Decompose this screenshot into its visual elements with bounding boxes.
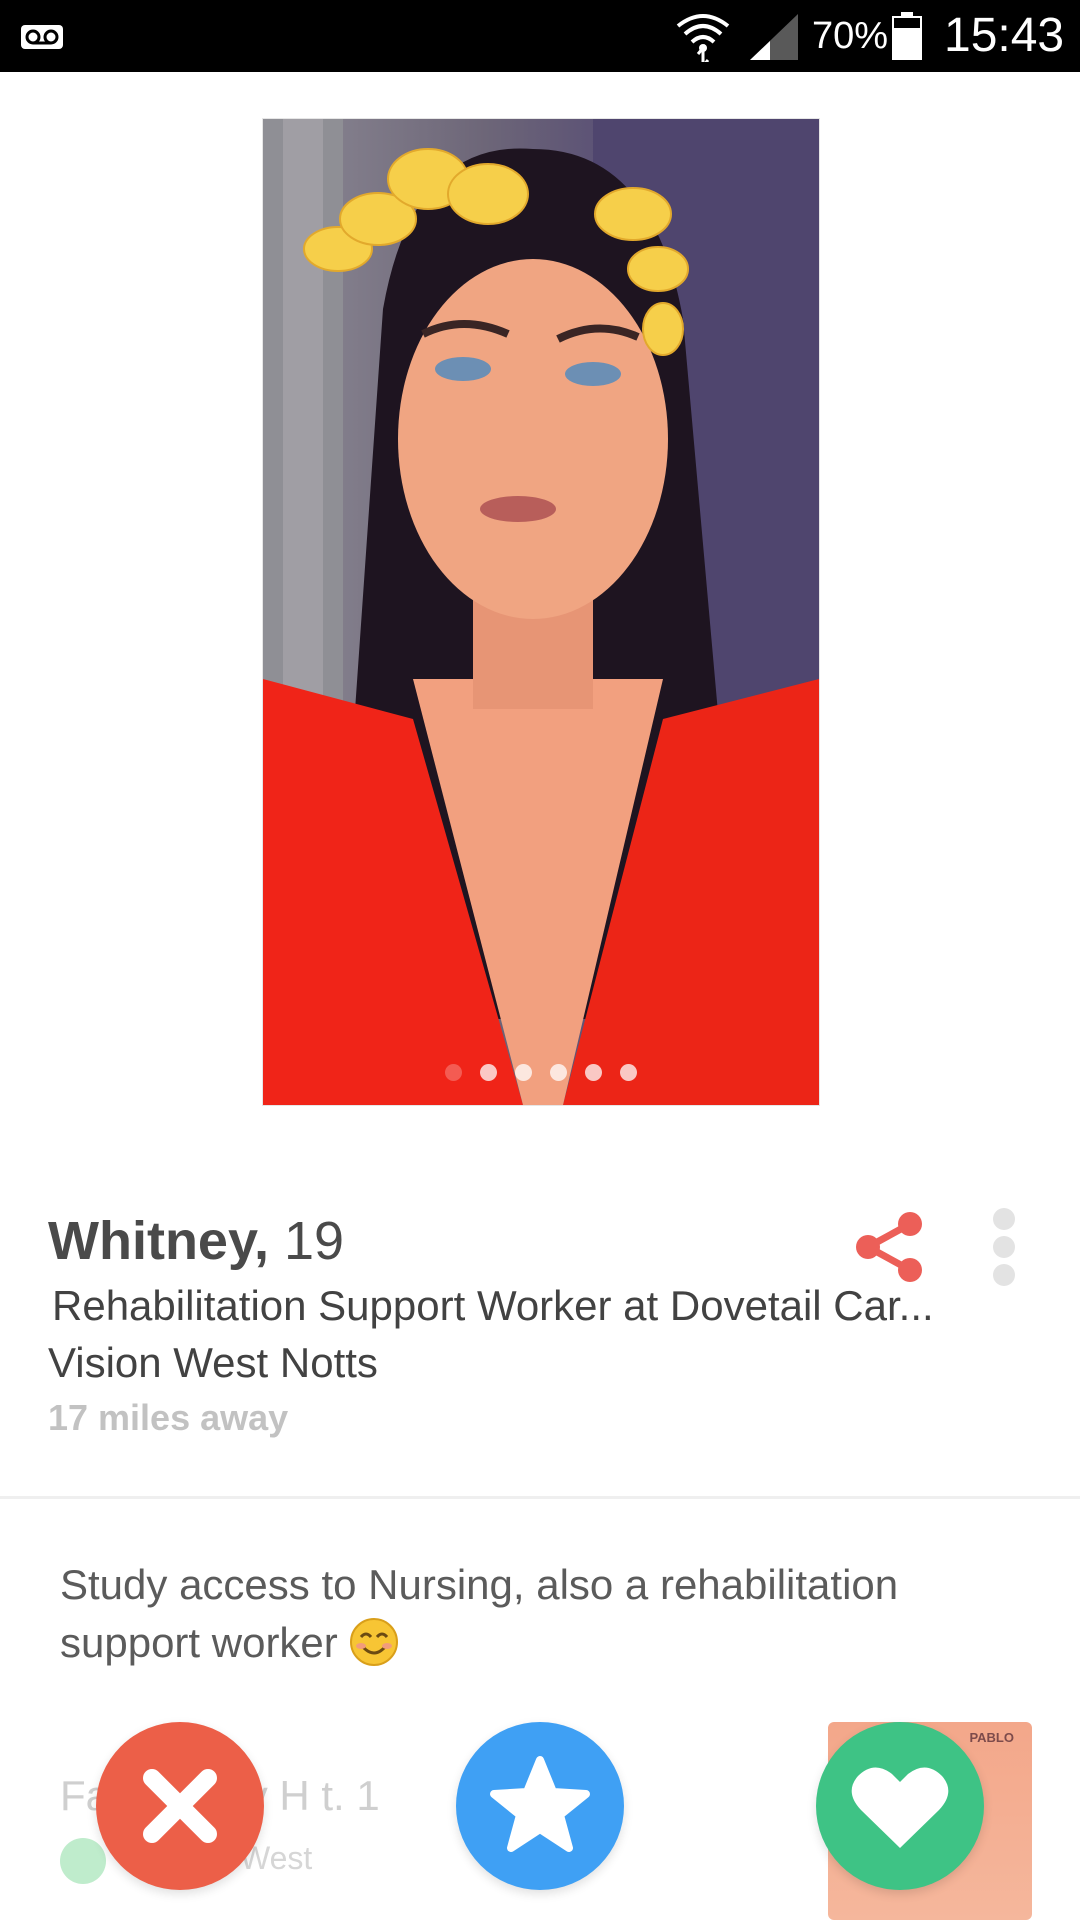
signal-icon [750,14,798,60]
wifi-icon [676,14,730,62]
pagination-dot[interactable] [620,1064,637,1081]
profile-age: 19 [284,1211,345,1271]
pagination-dot[interactable] [480,1064,497,1081]
clock: 15:43 [944,9,1065,62]
battery-percentage: 70% [812,15,889,57]
profile-job: Rehabilitation Support Worker at Dovetai… [52,1282,934,1329]
profile-distance: 17 miles away [48,1397,289,1438]
status-bar: 70% 15:43 [0,0,1080,72]
profile-name: Whitney, [48,1211,269,1271]
like-button[interactable] [816,1722,984,1890]
smiling-face-icon [350,1618,399,1666]
battery-icon [892,12,922,60]
pagination-dot[interactable] [550,1064,567,1081]
superlike-button[interactable] [456,1722,624,1890]
star-icon [490,1756,590,1852]
pagination-dot[interactable] [515,1064,532,1081]
section-divider [0,1496,1080,1499]
voicemail-icon [21,25,63,49]
profile-photo[interactable] [262,118,820,1106]
more-dot [993,1236,1015,1258]
photo-illustration [263,119,819,1105]
profile-bio: Study access to Nursing, also a rehabili… [60,1556,1020,1672]
photo-pagination [263,1064,819,1081]
profile-school: Vision West Notts [48,1339,378,1386]
nope-button[interactable] [96,1722,264,1890]
more-dot [993,1208,1015,1230]
pagination-dot[interactable] [445,1064,462,1081]
close-icon [143,1769,217,1843]
heart-icon [851,1767,949,1848]
more-options-icon[interactable] [990,1208,1018,1290]
profile-name-age: Whitney, 19 [48,1210,344,1272]
pagination-dot[interactable] [585,1064,602,1081]
bio-text: Study access to Nursing, also a rehabili… [60,1561,899,1666]
share-icon[interactable] [852,1210,926,1284]
